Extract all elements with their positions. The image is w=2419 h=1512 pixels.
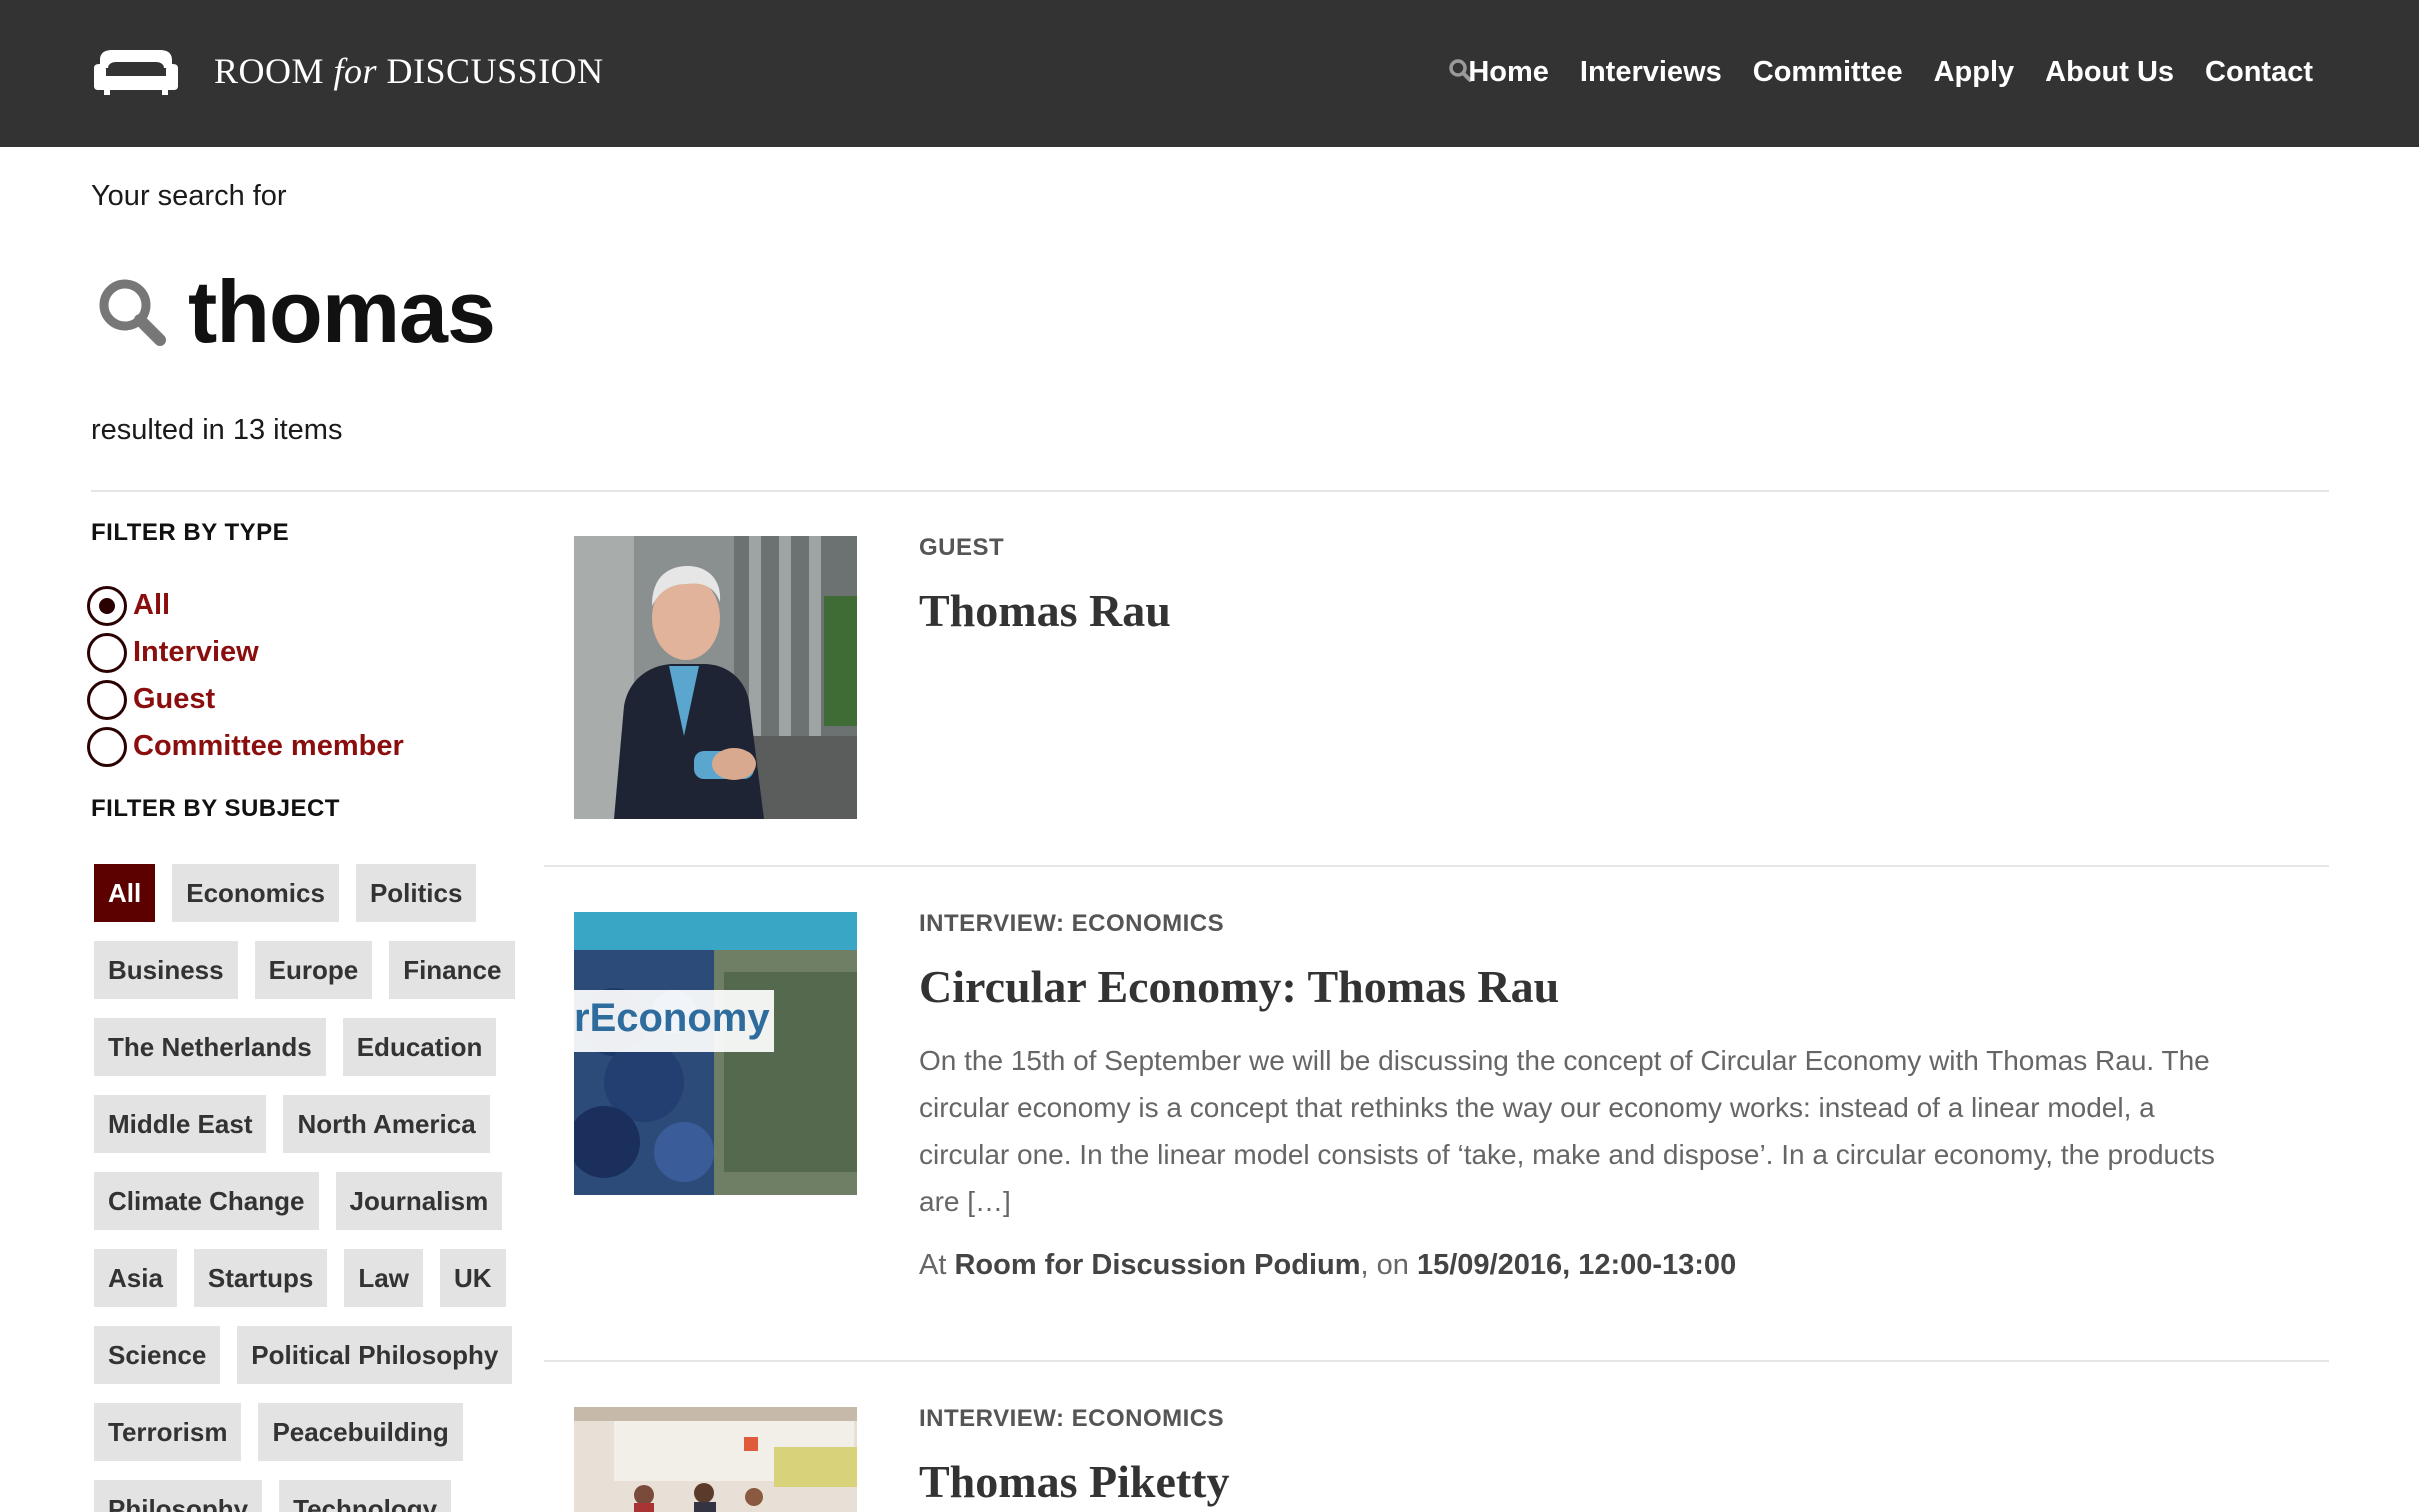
radio-checked-icon[interactable]	[87, 585, 127, 626]
subject-tag-the-netherlands[interactable]: The Netherlands	[94, 1018, 326, 1076]
subject-tag-journalism[interactable]: Journalism	[335, 1172, 503, 1230]
subject-tag-politics[interactable]: Politics	[355, 864, 477, 922]
radio-label: Guest	[133, 683, 216, 715]
subject-tag-asia[interactable]: Asia	[94, 1249, 177, 1307]
result-title[interactable]: Thomas Piketty	[919, 1455, 1230, 1508]
subject-tag-business[interactable]: Business	[94, 941, 238, 999]
event-photo	[574, 1407, 857, 1512]
subject-tag-north-america[interactable]: North America	[283, 1095, 490, 1153]
search-lead: Your search for	[91, 180, 287, 212]
radio-label: All	[133, 589, 171, 621]
type-filter-committee-member[interactable]: Committee member	[87, 723, 404, 770]
radio-unchecked-icon[interactable]	[87, 726, 127, 767]
magnifier-icon	[99, 279, 166, 346]
sofa-icon	[94, 50, 178, 95]
filter-type-heading: FILTER BY TYPE	[91, 519, 290, 546]
radio-unchecked-icon[interactable]	[87, 632, 127, 673]
type-filter-interview[interactable]: Interview	[87, 629, 404, 676]
result-item: INTERVIEW: ECONOMICS Thomas Piketty	[544, 0, 2329, 1512]
filter-subject-heading: FILTER BY SUBJECT	[91, 795, 340, 822]
subject-tag-europe[interactable]: Europe	[254, 941, 373, 999]
subject-tag-science[interactable]: Science	[94, 1326, 221, 1384]
subject-tag-all[interactable]: All	[94, 864, 156, 922]
site-logo[interactable]: ROOM for DISCUSSION	[92, 46, 604, 96]
subject-tag-climate-change[interactable]: Climate Change	[94, 1172, 319, 1230]
result-count: resulted in 13 items	[91, 414, 343, 446]
radio-unchecked-icon[interactable]	[87, 679, 127, 720]
subject-tag-technology[interactable]: Technology	[279, 1480, 452, 1512]
subject-tag-political-philosophy[interactable]: Political Philosophy	[237, 1326, 513, 1384]
search-query-row: thomas	[94, 262, 496, 362]
search-query: thomas	[188, 262, 496, 361]
type-filter-guest[interactable]: Guest	[87, 676, 404, 723]
subject-tag-finance[interactable]: Finance	[389, 941, 516, 999]
radio-label: Committee member	[133, 730, 404, 762]
radio-label: Interview	[133, 636, 259, 668]
subject-tag-uk[interactable]: UK	[439, 1249, 506, 1307]
subject-tag-education[interactable]: Education	[342, 1018, 497, 1076]
subject-tag-middle-east[interactable]: Middle East	[94, 1095, 267, 1153]
subject-tag-economics[interactable]: Economics	[172, 864, 339, 922]
subject-tag-philosophy[interactable]: Philosophy	[94, 1480, 263, 1512]
type-filter-list: All Interview Guest Committee member	[87, 582, 404, 770]
subject-tag-terrorism[interactable]: Terrorism	[94, 1403, 242, 1461]
subject-tag-peacebuilding[interactable]: Peacebuilding	[258, 1403, 463, 1461]
type-filter-all[interactable]: All	[87, 582, 404, 629]
subject-filter-tags: All Economics Politics Business Europe F…	[94, 864, 516, 1512]
result-type: INTERVIEW: ECONOMICS	[919, 1405, 1225, 1432]
subject-tag-startups[interactable]: Startups	[193, 1249, 328, 1307]
result-thumbnail[interactable]	[574, 1407, 857, 1512]
subject-tag-law[interactable]: Law	[344, 1249, 423, 1307]
